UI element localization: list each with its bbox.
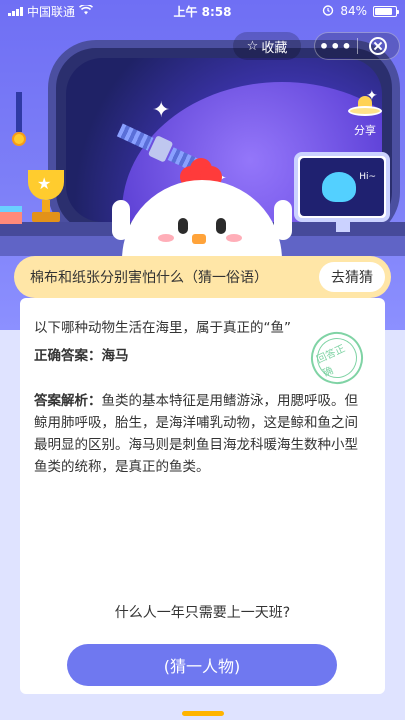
share-label: 分享 [354, 124, 376, 137]
alien-illustration [322, 172, 356, 202]
close-button[interactable] [357, 37, 399, 55]
more-button[interactable]: ••• [315, 37, 357, 56]
explanation: 答案解析：鱼类的基本特征是用鳍游泳，用腮呼吸。但鲸用肺呼吸，胎生，是海洋哺乳动物… [34, 390, 371, 478]
riddle-banner: 棉布和纸张分别害怕什么（猜一俗语） 去猜猜 [14, 256, 391, 298]
answer-label: 正确答案： [34, 348, 102, 364]
carrier-label: 中国联通 [27, 4, 76, 19]
trophy-illustration: ★ [22, 170, 70, 230]
alarm-icon [322, 4, 334, 19]
battery-icon [373, 5, 399, 17]
riddle-text: 棉布和纸张分别害怕什么（猜一俗语） [30, 270, 268, 286]
favorite-label: 收藏 [261, 40, 288, 56]
explanation-label: 答案解析： [34, 393, 102, 409]
signal-icon [8, 6, 23, 16]
next-riddle-text: 什么人一年只需要上一天班? [114, 605, 291, 621]
ufo-icon [348, 96, 382, 120]
battery-percent: 84% [340, 4, 367, 18]
favorite-button[interactable]: ☆ 收藏 [233, 32, 301, 60]
guess-button[interactable]: 去猜猜 [319, 262, 385, 292]
monitor-text: Hi~ [359, 172, 376, 182]
wifi-icon [78, 3, 94, 18]
star-icon: ✦ [152, 98, 171, 123]
star-outline-icon: ☆ [246, 38, 259, 54]
stamp-text: 回答正确 [310, 331, 364, 385]
answer-card: 以下哪种动物生活在海里，属于真正的“鱼” 正确答案：海马 回答正确 答案解析：鱼… [20, 298, 385, 694]
miniprogram-capsule: ••• [314, 32, 400, 60]
status-bar: 中国联通 上午 8:58 84% [0, 0, 405, 22]
guess-person-button[interactable]: (猜一人物) [67, 644, 337, 686]
home-indicator [182, 711, 224, 716]
question-text: 以下哪种动物生活在海里，属于真正的“鱼” [34, 320, 291, 336]
close-icon [369, 37, 388, 55]
books-illustration [0, 206, 22, 224]
monitor-illustration: Hi~ [294, 152, 390, 232]
answer-value: 海马 [101, 348, 129, 364]
medal-illustration [12, 92, 26, 152]
share-button[interactable]: 分享 [342, 96, 388, 138]
